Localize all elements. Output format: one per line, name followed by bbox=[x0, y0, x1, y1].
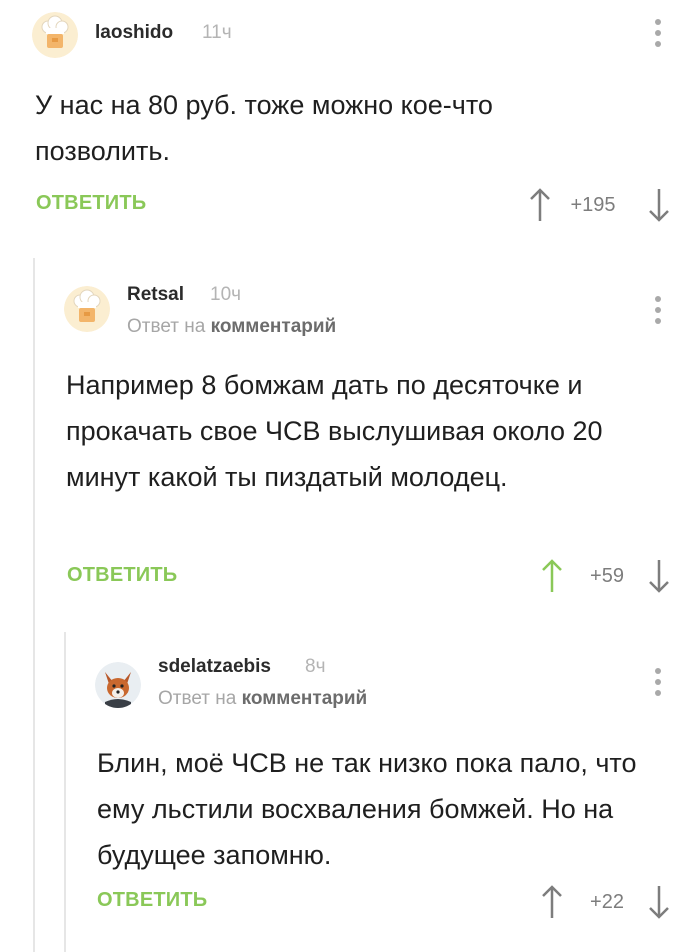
chef-hat-avatar-icon[interactable] bbox=[32, 12, 78, 58]
upvote-arrow-icon[interactable] bbox=[528, 185, 552, 225]
upvote-arrow-icon[interactable] bbox=[540, 882, 564, 922]
comment-text: Блин, моё ЧСВ не так низко пока пало, чт… bbox=[97, 748, 637, 870]
comment-text: Например 8 бомжам дать по десяточке и пр… bbox=[66, 370, 603, 492]
vote-controls: +59 bbox=[540, 556, 678, 596]
comment-1: laoshido 11ч У нас на 80 руб. тоже можно… bbox=[0, 0, 700, 240]
reply-button[interactable]: ОТВЕТИТЬ bbox=[67, 564, 177, 587]
vote-controls: +22 bbox=[540, 882, 678, 922]
downvote-arrow-icon[interactable] bbox=[647, 185, 671, 225]
reply-to-target[interactable]: комментарий bbox=[242, 688, 368, 709]
vote-controls: +195 bbox=[528, 185, 678, 225]
vote-score: +59 bbox=[590, 565, 624, 587]
reply-to-target[interactable]: комментарий bbox=[211, 316, 337, 337]
comment-time: 10ч bbox=[210, 284, 242, 305]
username[interactable]: Retsal bbox=[127, 284, 184, 306]
more-options-icon[interactable] bbox=[654, 296, 662, 324]
more-options-icon[interactable] bbox=[654, 668, 662, 696]
more-options-icon[interactable] bbox=[654, 19, 662, 47]
fox-avatar-icon[interactable] bbox=[95, 662, 141, 708]
reply-button[interactable]: ОТВЕТИТЬ bbox=[97, 889, 207, 912]
comment-text: У нас на 80 руб. тоже можно кое-что позв… bbox=[35, 90, 493, 166]
downvote-arrow-icon[interactable] bbox=[647, 556, 671, 596]
chef-hat-avatar-icon[interactable] bbox=[64, 286, 110, 332]
reply-to-prefix: Ответ на bbox=[158, 688, 237, 709]
reply-to-prefix: Ответ на bbox=[127, 316, 206, 337]
vote-score: +195 bbox=[570, 194, 616, 216]
reply-to-label[interactable]: Ответ на комментарий bbox=[127, 316, 336, 338]
reply-button[interactable]: ОТВЕТИТЬ bbox=[36, 192, 146, 215]
comment-time: 11ч bbox=[202, 22, 232, 43]
comment-3: sdelatzaebis 8ч Ответ на комментарий Бли… bbox=[0, 632, 700, 952]
username[interactable]: sdelatzaebis bbox=[158, 656, 271, 678]
vote-score: +22 bbox=[590, 891, 624, 913]
upvote-arrow-icon[interactable] bbox=[540, 556, 564, 596]
comment-time: 8ч bbox=[305, 656, 326, 677]
reply-to-label[interactable]: Ответ на комментарий bbox=[158, 688, 367, 710]
comment-2: Retsal 10ч Ответ на комментарий Например… bbox=[0, 258, 700, 618]
downvote-arrow-icon[interactable] bbox=[647, 882, 671, 922]
username[interactable]: laoshido bbox=[95, 22, 173, 44]
